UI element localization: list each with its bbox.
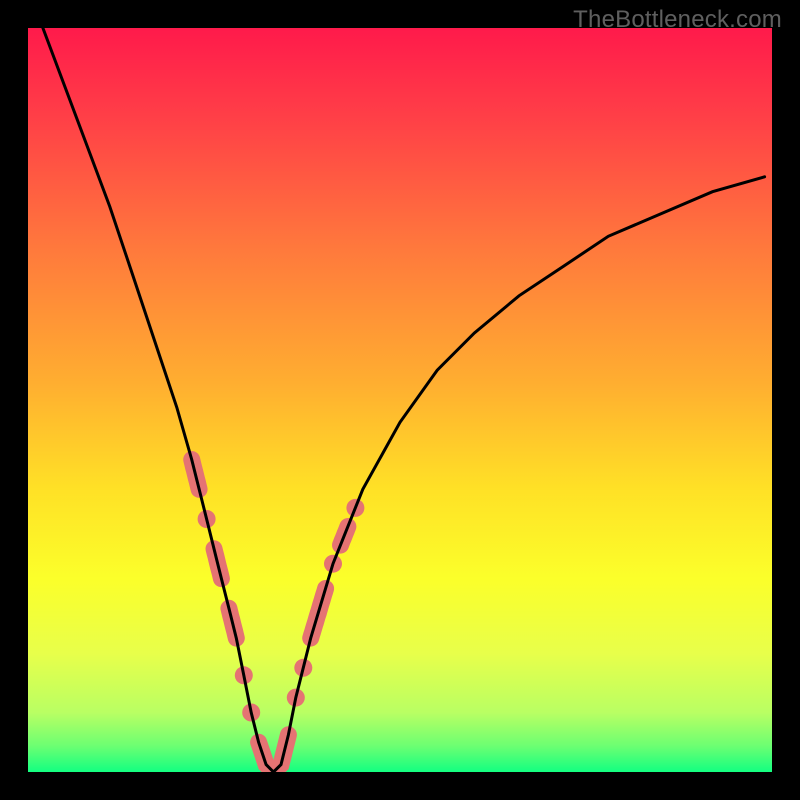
- bottleneck-chart: [28, 28, 772, 772]
- chart-frame: TheBottleneck.com: [0, 0, 800, 800]
- plot-area: [28, 28, 772, 772]
- watermark-label: TheBottleneck.com: [573, 6, 782, 34]
- gradient-background: [28, 28, 772, 772]
